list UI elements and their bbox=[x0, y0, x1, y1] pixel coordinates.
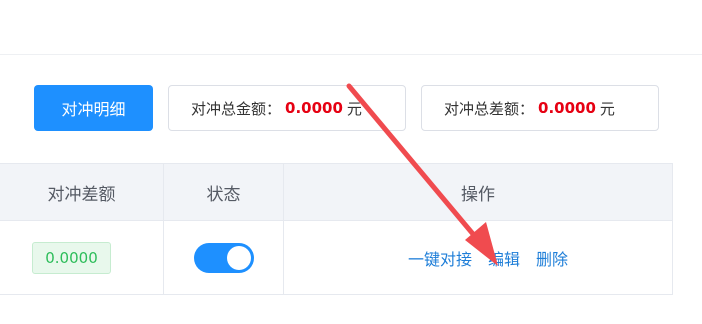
page: 对冲明细 对冲总金额： 0.0000 元 对冲总差额： 0.0000 元 对冲差… bbox=[0, 0, 702, 324]
status-cell bbox=[164, 221, 284, 294]
total-amount-stat: 对冲总金额： 0.0000 元 bbox=[168, 85, 406, 131]
status-toggle[interactable] bbox=[193, 242, 254, 273]
row-actions: 一键对接 编辑 删除 bbox=[388, 246, 568, 270]
total-diff-label: 对冲总差额： bbox=[444, 99, 535, 118]
divider bbox=[0, 54, 702, 55]
table-row: 0.0000 一键对接 编辑 删除 bbox=[0, 221, 673, 295]
column-header-actions: 操作 bbox=[284, 164, 673, 220]
toggle-knob bbox=[226, 245, 251, 270]
edit-link[interactable]: 编辑 bbox=[488, 246, 520, 270]
delete-link[interactable]: 删除 bbox=[536, 246, 568, 270]
total-amount-value: 0.0000 bbox=[285, 99, 343, 117]
total-diff-value: 0.0000 bbox=[538, 99, 596, 117]
total-amount-label: 对冲总金额： bbox=[191, 99, 282, 118]
total-amount-unit: 元 bbox=[346, 99, 362, 118]
column-header-diff: 对冲差额 bbox=[0, 164, 164, 220]
actions-cell: 一键对接 编辑 删除 bbox=[284, 221, 673, 294]
table-header: 对冲差额 状态 操作 bbox=[0, 163, 673, 221]
one-click-connect-link[interactable]: 一键对接 bbox=[408, 246, 472, 270]
diff-amount-badge: 0.0000 bbox=[32, 241, 111, 274]
diff-cell: 0.0000 bbox=[0, 221, 164, 294]
hedge-detail-button[interactable]: 对冲明细 bbox=[34, 85, 153, 131]
column-header-status: 状态 bbox=[164, 164, 284, 220]
total-diff-stat: 对冲总差额： 0.0000 元 bbox=[421, 85, 659, 131]
total-diff-unit: 元 bbox=[599, 99, 615, 118]
